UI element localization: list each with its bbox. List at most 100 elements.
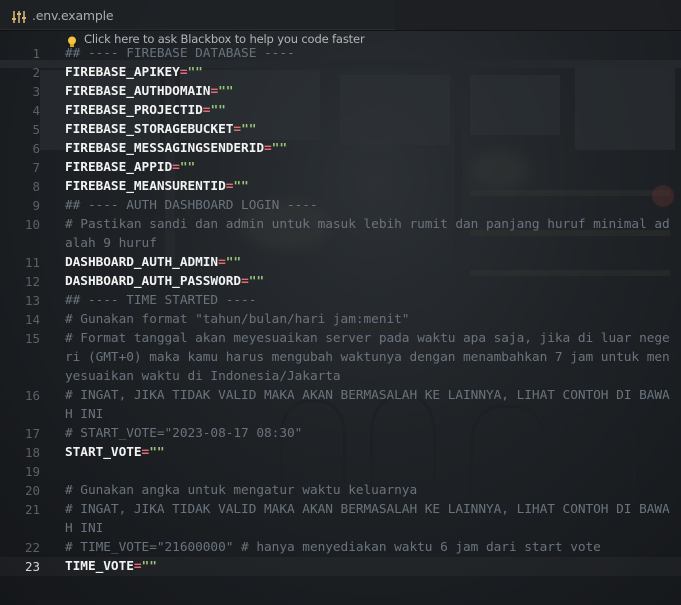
line-content: # Pastikan sandi dan admin untuk masuk l… — [65, 215, 670, 253]
code-line[interactable]: 9 ## ---- AUTH DASHBOARD LOGIN ---- — [0, 196, 681, 215]
env-key: FIREBASE_APIKEY — [65, 65, 180, 80]
line-content: DASHBOARD_AUTH_ADMIN="" — [65, 253, 670, 272]
line-content: # Gunakan format "tahun/bulan/hari jam:m… — [65, 310, 670, 329]
equals-sign: = — [218, 255, 226, 270]
line-number: 6 — [32, 141, 40, 156]
env-key: FIREBASE_MESSAGINGSENDERID — [65, 141, 265, 156]
code-line[interactable]: 17 # START_VOTE="2023-08-17 08:30" — [0, 424, 681, 443]
line-number: 15 — [24, 331, 40, 346]
equals-sign: = — [241, 274, 249, 289]
code-line[interactable]: 22 # TIME_VOTE="21600000" # hanya menyedi… — [0, 538, 681, 557]
line-number: 13 — [24, 293, 40, 308]
env-value: "" — [218, 84, 234, 99]
comment-text: ## ---- AUTH DASHBOARD LOGIN ---- — [65, 198, 318, 213]
env-key: DASHBOARD_AUTH_PASSWORD — [65, 274, 242, 289]
comment-text: # Gunakan format "tahun/bulan/hari jam:m… — [65, 312, 410, 327]
line-number: 23 — [24, 559, 40, 574]
comment-text: # TIME_VOTE="21600000" # hanya menyediak… — [65, 540, 601, 555]
line-number: 10 — [24, 217, 40, 232]
line-number: 7 — [32, 160, 40, 175]
code-line[interactable]: 11 DASHBOARD_AUTH_ADMIN="" — [0, 253, 681, 272]
env-key: FIREBASE_AUTHDOMAIN — [65, 84, 211, 99]
env-value: "" — [248, 274, 265, 289]
line-number: 11 — [24, 255, 40, 270]
comment-text: # INGAT, JIKA TIDAK VALID MAKA AKAN BERM… — [65, 388, 670, 422]
line-content: START_VOTE="" — [65, 443, 670, 462]
code-line[interactable]: 6 FIREBASE_MESSAGINGSENDERID="" — [0, 139, 681, 158]
line-content: FIREBASE_MEANSURENTID="" — [65, 177, 670, 196]
equals-sign: = — [133, 559, 142, 574]
env-key: DASHBOARD_AUTH_ADMIN — [65, 255, 219, 270]
code-line[interactable]: 19 — [0, 462, 681, 481]
env-value: "" — [210, 103, 226, 118]
code-line[interactable]: 3 FIREBASE_AUTHDOMAIN="" — [0, 82, 681, 101]
editor-tab-bar: .env.example — [0, 0, 681, 31]
line-number: 12 — [24, 274, 40, 289]
code-line[interactable]: 2 FIREBASE_APIKEY="" — [0, 63, 681, 82]
code-line[interactable]: 21 # INGAT, JIKA TIDAK VALID MAKA AKAN BE… — [0, 500, 681, 538]
settings-sliders-icon — [11, 9, 27, 23]
code-line[interactable]: 15 # Format tanggal akan meyesuaikan serv… — [0, 329, 681, 386]
line-content: # INGAT, JIKA TIDAK VALID MAKA AKAN BERM… — [65, 386, 670, 424]
line-content: ## ---- TIME STARTED ---- — [65, 291, 670, 310]
env-value: "" — [271, 141, 287, 156]
comment-text: ## ---- TIME STARTED ---- — [65, 293, 257, 308]
code-line[interactable]: 20 # Gunakan angka untuk mengatur waktu k… — [0, 481, 681, 500]
line-number: 21 — [24, 502, 40, 517]
env-key: FIREBASE_APPID — [65, 160, 173, 175]
env-value: "" — [149, 445, 165, 460]
env-key: START_VOTE — [65, 445, 142, 460]
equals-sign: = — [210, 84, 219, 99]
comment-text: # Gunakan angka untuk mengatur waktu kel… — [65, 483, 418, 498]
code-line[interactable]: 7 FIREBASE_APPID="" — [0, 158, 681, 177]
code-line[interactable]: 14 # Gunakan format "tahun/bulan/hari jam… — [0, 310, 681, 329]
env-value: "" — [141, 559, 157, 574]
comment-text: # Pastikan sandi dan admin untuk masuk l… — [65, 217, 670, 251]
equals-sign: = — [233, 122, 242, 137]
line-content: FIREBASE_STORAGEBUCKET="" — [65, 120, 670, 139]
code-line[interactable]: 12 DASHBOARD_AUTH_PASSWORD="" — [0, 272, 681, 291]
line-number: 16 — [24, 388, 40, 403]
line-content: # Gunakan angka untuk mengatur waktu kel… — [65, 481, 670, 500]
code-line[interactable]: 5 FIREBASE_STORAGEBUCKET="" — [0, 120, 681, 139]
line-number: 17 — [24, 426, 40, 441]
env-value: "" — [225, 255, 242, 270]
code-line[interactable]: 18 START_VOTE="" — [0, 443, 681, 462]
env-value: "" — [179, 160, 196, 175]
comment-text: # START_VOTE="2023-08-17 08:30" — [65, 426, 303, 441]
equals-sign: = — [172, 160, 180, 175]
line-content: FIREBASE_AUTHDOMAIN="" — [65, 82, 670, 101]
line-number: 14 — [24, 312, 40, 327]
line-content: FIREBASE_APIKEY="" — [65, 63, 670, 82]
env-key: FIREBASE_MEANSURENTID — [65, 179, 226, 194]
code-line[interactable]: 10 # Pastikan sandi dan admin untuk masuk… — [0, 215, 681, 253]
env-value: "" — [241, 122, 257, 137]
env-key: TIME_VOTE — [65, 559, 134, 574]
code-line[interactable]: 13 ## ---- TIME STARTED ---- — [0, 291, 681, 310]
line-number: 8 — [32, 179, 40, 194]
code-line[interactable]: 4 FIREBASE_PROJECTID="" — [0, 101, 681, 120]
line-content: TIME_VOTE="" — [65, 557, 670, 576]
comment-text: ## ---- FIREBASE DATABASE ---- — [65, 46, 295, 61]
line-number: 1 — [32, 46, 40, 61]
code-line[interactable]: 16 # INGAT, JIKA TIDAK VALID MAKA AKAN BE… — [0, 386, 681, 424]
line-content: DASHBOARD_AUTH_PASSWORD="" — [65, 272, 670, 291]
env-key: FIREBASE_STORAGEBUCKET — [65, 122, 234, 137]
line-number: 3 — [32, 84, 40, 99]
line-content: # Format tanggal akan meyesuaikan server… — [65, 329, 670, 386]
comment-text: # INGAT, JIKA TIDAK VALID MAKA AKAN BERM… — [65, 502, 670, 536]
line-number: 5 — [32, 122, 40, 137]
env-value: "" — [233, 179, 249, 194]
line-number: 2 — [32, 65, 40, 80]
code-line[interactable]: 23 TIME_VOTE="" — [0, 557, 681, 576]
line-content: ## ---- AUTH DASHBOARD LOGIN ---- — [65, 196, 670, 215]
line-content: FIREBASE_MESSAGINGSENDERID="" — [65, 139, 670, 158]
line-number: 18 — [24, 445, 40, 460]
tab-title: .env.example — [32, 8, 114, 23]
line-number: 22 — [24, 540, 40, 555]
line-content: # INGAT, JIKA TIDAK VALID MAKA AKAN BERM… — [65, 500, 670, 538]
code-line[interactable]: 1 ## ---- FIREBASE DATABASE ---- — [0, 44, 681, 63]
code-line[interactable]: 8 FIREBASE_MEANSURENTID="" — [0, 177, 681, 196]
tab-env-example[interactable]: .env.example — [0, 0, 395, 30]
env-value: "" — [187, 65, 203, 80]
